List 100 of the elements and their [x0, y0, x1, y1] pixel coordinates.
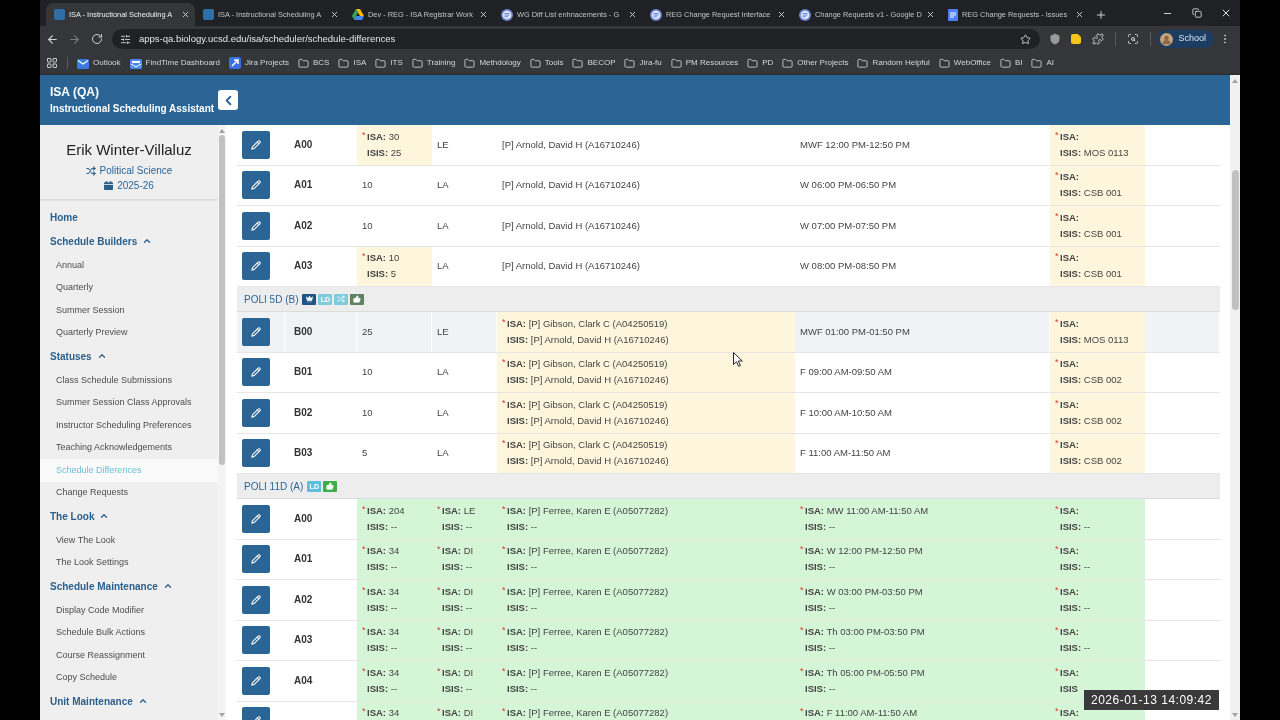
- bookmark-link[interactable]: Training: [411, 57, 456, 69]
- folder-icon: [529, 57, 541, 69]
- collapse-sidebar-button[interactable]: [218, 90, 238, 110]
- restore-icon[interactable]: [1191, 8, 1202, 18]
- isis-value: ISIS: --: [507, 561, 538, 574]
- page-scrollbar[interactable]: [1230, 75, 1240, 720]
- bookmark-link[interactable]: Other Projects: [782, 57, 849, 69]
- isa-value: ISA: MW 11:00 AM-11:50 AM: [805, 504, 929, 517]
- folder-icon: [999, 57, 1011, 69]
- plus-icon[interactable]: [1095, 8, 1107, 21]
- edit-button[interactable]: [242, 358, 270, 387]
- department-name[interactable]: Political Science: [99, 163, 173, 178]
- nav-link[interactable]: Summer Session: [40, 299, 218, 322]
- asterisk-mark: *: [437, 545, 442, 555]
- isa-value: ISA: [P] Ferree, Karen E (A05077282): [507, 626, 669, 639]
- isis-value: ISIS: 25: [367, 146, 402, 159]
- nav-link[interactable]: Class Schedule Submissions: [40, 369, 218, 392]
- bookmark-link[interactable]: Random Helpful: [857, 57, 930, 69]
- bookmark-link[interactable]: Jira Projects: [229, 57, 289, 69]
- sidebar-scrollbar[interactable]: [218, 125, 226, 720]
- close-icon[interactable]: [926, 10, 935, 19]
- bookmark-link[interactable]: FindTime Dashboard: [129, 57, 220, 69]
- nav-link[interactable]: Quarterly Preview: [40, 321, 218, 344]
- edit-button[interactable]: [242, 317, 270, 346]
- address-bar[interactable]: apps-qa.biology.ucsd.edu/isa/scheduler/schedule-differences: [111, 29, 1040, 49]
- reload-icon[interactable]: [90, 33, 103, 45]
- avatar-icon: [1160, 32, 1174, 46]
- table-cell: [P] Arnold, David H (A16710246): [502, 138, 640, 151]
- puzzle-icon[interactable]: [1092, 33, 1105, 45]
- edit-button[interactable]: [242, 171, 270, 200]
- asterisk-mark: *: [362, 545, 367, 555]
- nav-link[interactable]: Summer Session Class Approvals: [40, 391, 218, 414]
- close-icon[interactable]: [181, 10, 190, 19]
- bookmark-link[interactable]: ISA: [338, 57, 367, 69]
- bookmark-link[interactable]: Jira-fu: [624, 57, 662, 69]
- sliders-icon[interactable]: [119, 33, 131, 45]
- nav-section-toggle[interactable]: Statuses: [40, 344, 107, 368]
- bookmark-link[interactable]: PD: [747, 57, 774, 69]
- bookmark-link[interactable]: PM Resources: [670, 57, 739, 69]
- arrow-right-icon[interactable]: [68, 32, 82, 46]
- close-icon[interactable]: [330, 10, 339, 19]
- edit-button[interactable]: [242, 666, 270, 695]
- edit-button[interactable]: [242, 398, 270, 427]
- arrow-left-icon[interactable]: [46, 32, 60, 46]
- nav-section-toggle[interactable]: Schedule Builders: [40, 229, 153, 253]
- nav-link[interactable]: Teaching Acknowledgements: [40, 436, 218, 459]
- bookmark-link[interactable]: Outlook: [77, 57, 121, 69]
- asterisk-mark: *: [502, 317, 507, 327]
- scrollbar-thumb[interactable]: [219, 135, 225, 465]
- bookmark-link[interactable]: ITS: [375, 57, 403, 69]
- isis-value: ISIS: --: [367, 682, 398, 695]
- asterisk-mark: *: [502, 504, 507, 514]
- bookmark-link[interactable]: Methdology: [464, 57, 521, 69]
- edit-button[interactable]: [242, 504, 270, 533]
- envelope-icon: [77, 57, 89, 69]
- isa-value: ISA: 204: [367, 504, 405, 517]
- edit-button[interactable]: [242, 252, 270, 281]
- window-search-icon[interactable]: [1127, 33, 1140, 45]
- bookmark-link[interactable]: AI: [1031, 57, 1054, 69]
- nav-link[interactable]: Home: [40, 205, 218, 229]
- bookmark-link[interactable]: Tools: [529, 57, 564, 69]
- close-icon[interactable]: [628, 10, 637, 19]
- shield-icon[interactable]: [1048, 33, 1061, 45]
- close-icon[interactable]: [1075, 10, 1084, 19]
- nav-section-toggle[interactable]: Unit Maintenance: [40, 689, 148, 713]
- edit-button[interactable]: [242, 626, 270, 655]
- course-title[interactable]: POLI 11D (A): [244, 478, 304, 494]
- asterisk-mark: *: [502, 666, 507, 676]
- nav-section-toggle[interactable]: The Look: [40, 504, 110, 528]
- nav-link[interactable]: View The Look: [40, 529, 218, 552]
- edit-button[interactable]: [242, 585, 270, 614]
- apps-grid-icon[interactable]: [46, 57, 58, 69]
- bookmark-link[interactable]: BECOP: [572, 57, 616, 69]
- star-icon[interactable]: [1019, 33, 1031, 45]
- nav-link[interactable]: Annual: [40, 254, 218, 277]
- close-icon[interactable]: [777, 10, 786, 19]
- edit-button[interactable]: [242, 130, 270, 159]
- nav-link[interactable]: The Look Settings: [40, 551, 218, 574]
- nav-link[interactable]: Instructor Scheduling Preferences: [40, 414, 218, 437]
- profile-button[interactable]: School: [1157, 30, 1214, 48]
- nav-link[interactable]: Quarterly: [40, 276, 218, 299]
- url-text: apps-qa.biology.ucsd.edu/isa/scheduler/schedule-differences: [138, 31, 397, 46]
- edit-button[interactable]: [242, 439, 270, 468]
- edit-button[interactable]: [242, 545, 270, 574]
- close-icon[interactable]: [479, 10, 488, 19]
- nav-link[interactable]: Change Requests: [40, 481, 218, 504]
- bookmark-link[interactable]: BCS: [298, 57, 330, 69]
- edit-button[interactable]: [242, 211, 270, 240]
- nav-link[interactable]: Course Reassignment: [40, 644, 218, 667]
- bookmark-link[interactable]: WebOffice: [938, 57, 991, 69]
- academic-year[interactable]: 2025-26: [117, 178, 154, 193]
- bookmark-link[interactable]: BI: [999, 57, 1023, 69]
- nav-link[interactable]: Display Code Modifier: [40, 599, 218, 622]
- course-title[interactable]: POLI 5D (B): [244, 291, 299, 307]
- nav-link[interactable]: Schedule Bulk Actions: [40, 621, 218, 644]
- scrollbar-thumb[interactable]: [1231, 170, 1239, 310]
- asterisk-mark: *: [362, 130, 367, 140]
- nav-link[interactable]: Copy Schedule: [40, 666, 218, 689]
- nav-section-toggle[interactable]: Schedule Maintenance: [40, 574, 173, 598]
- sticky-note-icon[interactable]: [1070, 33, 1083, 45]
